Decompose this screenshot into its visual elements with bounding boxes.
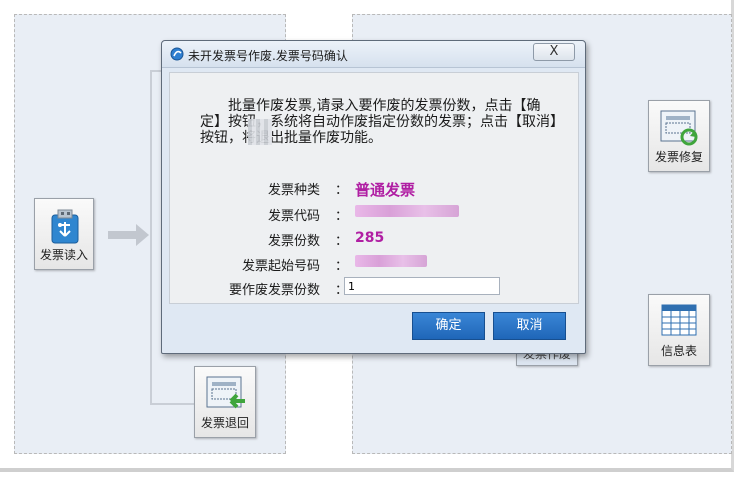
void-count-input[interactable] bbox=[344, 277, 500, 295]
invoice-return-tile[interactable]: 发票退回 bbox=[194, 366, 256, 438]
invoice-return-icon bbox=[206, 376, 245, 409]
invoice-type-value: 普通发票 bbox=[355, 181, 416, 199]
void-count-label: 要作废发票份数 bbox=[228, 283, 320, 298]
dialog-content: 批量作废发票,请录入要作废的发票份数，点击【确定】按钮，系统将自动作废指定份数的… bbox=[169, 72, 579, 304]
close-icon: X bbox=[549, 44, 559, 59]
invoice-count-value: 285 bbox=[355, 230, 385, 246]
invoice-type-colon: ： bbox=[335, 183, 349, 198]
mosaic-overlay bbox=[248, 119, 272, 145]
table-icon bbox=[661, 304, 697, 336]
invoice-repair-label: 发票修复 bbox=[654, 150, 703, 164]
info-table-label: 信息表 bbox=[660, 344, 697, 358]
flow-arrow bbox=[108, 231, 138, 239]
field-invoice-type: 发票种类 ： 普通发票 bbox=[170, 179, 580, 199]
usb-drive-icon bbox=[51, 209, 79, 244]
field-invoice-code: 发票代码 ： bbox=[170, 205, 580, 225]
field-start-number: 发票起始号码 ： bbox=[170, 255, 580, 275]
invoice-return-label: 发票退回 bbox=[200, 416, 249, 430]
close-button[interactable]: X bbox=[533, 43, 575, 61]
flow-arrow-head bbox=[136, 224, 149, 246]
start-number-label: 发票起始号码 bbox=[241, 259, 320, 274]
invoice-repair-icon bbox=[660, 110, 698, 146]
invoice-type-label: 发票种类 bbox=[267, 183, 320, 198]
field-invoice-count: 发票份数 ： 285 bbox=[170, 230, 580, 250]
invoice-read-tile[interactable]: 发票读入 bbox=[34, 198, 94, 270]
invoice-count-label: 发票份数 bbox=[267, 234, 320, 249]
screenshot-frame: 发票读入 发票退回 发票修复 信息表 发票作废 未开发票号作废.发票号码确认 X… bbox=[0, 0, 734, 472]
cancel-button[interactable]: 取消 bbox=[493, 312, 566, 340]
flow-connector-vertical bbox=[150, 70, 152, 404]
invoice-repair-tile[interactable]: 发票修复 bbox=[648, 100, 710, 172]
confirm-button[interactable]: 确定 bbox=[412, 312, 485, 340]
invoice-count-colon: ： bbox=[335, 234, 349, 249]
flow-connector-bottom bbox=[150, 403, 194, 405]
invoice-read-label: 发票读入 bbox=[39, 248, 88, 262]
dialog-title-bar[interactable]: 未开发票号作废.发票号码确认 X bbox=[162, 41, 585, 68]
invoice-code-colon: ： bbox=[335, 209, 349, 224]
dialog-title: 未开发票号作废.发票号码确认 bbox=[188, 49, 348, 63]
start-number-colon: ： bbox=[335, 259, 349, 274]
info-table-tile[interactable]: 信息表 bbox=[648, 294, 710, 366]
invoice-void-confirm-dialog: 未开发票号作废.发票号码确认 X 批量作废发票,请录入要作废的发票份数，点击【确… bbox=[161, 40, 586, 354]
invoice-code-value-redacted bbox=[355, 205, 459, 221]
invoice-code-label: 发票代码 bbox=[267, 209, 320, 224]
start-number-value-redacted bbox=[355, 255, 427, 271]
dialog-app-icon bbox=[170, 47, 184, 61]
